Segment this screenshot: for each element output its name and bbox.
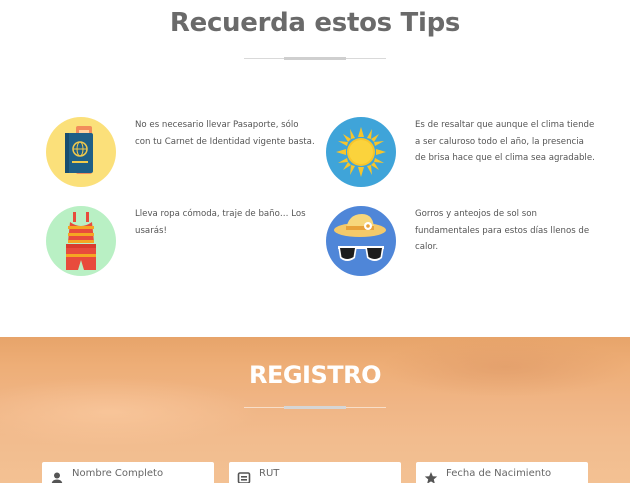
swimsuit-icon <box>46 206 116 276</box>
id-card-icon <box>237 470 251 483</box>
hat-sunglasses-icon <box>326 206 396 276</box>
star-icon <box>424 470 438 483</box>
passport-icon <box>46 117 116 187</box>
sun-icon <box>326 117 396 187</box>
rut-field[interactable]: RUT <box>229 462 401 483</box>
title-divider <box>244 57 386 60</box>
nombre-completo-placeholder: Nombre Completo <box>72 468 164 479</box>
tip-text: Lleva ropa cómoda, traje de baño… Los us… <box>135 209 306 236</box>
registro-divider <box>244 406 386 409</box>
registro-title: REGISTRO <box>248 361 382 389</box>
tip-text: Es de resaltar que aunque el clima tiend… <box>415 120 595 163</box>
tip-text: Gorros y anteojos de sol son fundamental… <box>415 209 590 252</box>
registro-section: REGISTRO Nombre Completo RUT Fecha de Na… <box>0 337 630 483</box>
user-icon <box>50 470 64 483</box>
fecha-nacimiento-field[interactable]: Fecha de Nacimiento <box>416 462 588 483</box>
nombre-completo-field[interactable]: Nombre Completo <box>42 462 214 483</box>
fecha-nacimiento-placeholder: Fecha de Nacimiento <box>446 468 552 479</box>
tips-title: Recuerda estos Tips <box>169 8 461 38</box>
rut-placeholder: RUT <box>259 468 280 479</box>
tip-text: No es necesario llevar Pasaporte, sólo c… <box>135 120 315 147</box>
